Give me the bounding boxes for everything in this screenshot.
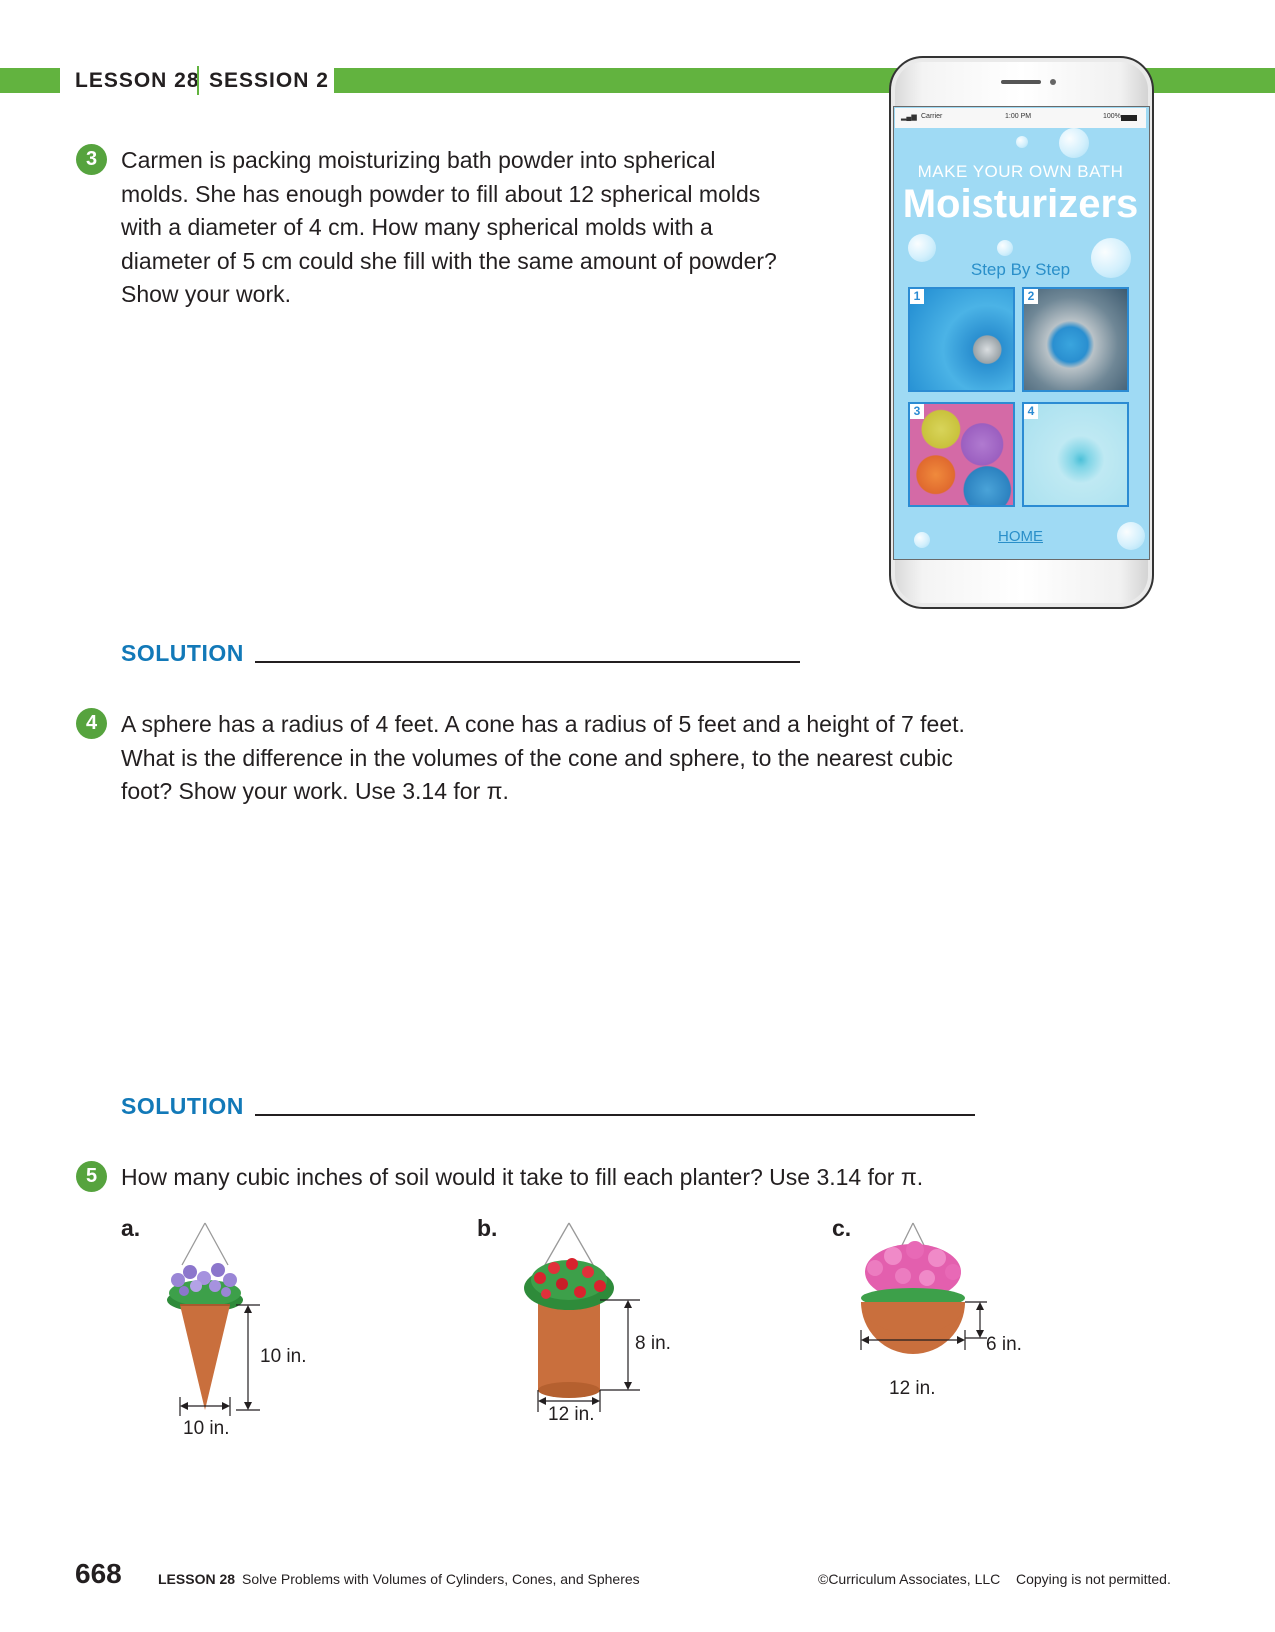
bubble-decoration <box>908 234 936 262</box>
problem-4-text: A sphere has a radius of 4 feet. A cone … <box>121 708 1021 809</box>
solution-label: SOLUTION <box>121 640 244 666</box>
step-tile-3[interactable]: 3 <box>908 402 1015 507</box>
battery-label: 100% <box>1103 113 1121 120</box>
cylinder-planter-diagram <box>524 1222 640 1412</box>
phone-speaker <box>1001 80 1041 84</box>
tile-number: 1 <box>910 289 924 304</box>
header-divider <box>197 66 199 95</box>
signal-icon: ▂▄▆ <box>901 114 917 121</box>
app-title: Moisturizers <box>902 182 1139 226</box>
problem-number-badge: 5 <box>76 1161 107 1192</box>
page-number: 668 <box>75 1558 122 1589</box>
red-flowers-icon <box>524 1258 614 1310</box>
app-step-label: Step By Step <box>970 260 1071 279</box>
home-link[interactable]: HOME <box>893 528 1148 545</box>
height-dimension-arrow <box>600 1299 640 1391</box>
width-label: 12 in. <box>889 1378 936 1399</box>
part-a-label: a. <box>121 1215 141 1241</box>
text-line: Show your work. <box>121 281 292 307</box>
cylinder-pot <box>538 1300 600 1390</box>
part-b-label: b. <box>477 1215 498 1241</box>
step-tile-4[interactable]: 4 <box>1022 402 1129 507</box>
cone-pot <box>180 1305 230 1410</box>
status-time: 1:00 PM <box>1005 113 1032 120</box>
height-label: 10 in. <box>260 1346 307 1367</box>
step-tile-2[interactable]: 2 <box>1022 287 1129 392</box>
bubble-decoration <box>1059 128 1089 158</box>
bubble-decoration <box>997 240 1013 256</box>
text-line: molds. She has enough powder to fill abo… <box>121 180 761 207</box>
footer-copyright: ©Curriculum Associates, LLC <box>818 1571 1001 1587</box>
footer-notice: Copying is not permitted. <box>1016 1571 1171 1587</box>
width-label: 10 in. <box>183 1418 230 1439</box>
problem-5-text: How many cubic inches of soil would it t… <box>121 1161 1021 1195</box>
cone-planter-diagram <box>167 1222 260 1416</box>
hemisphere-planter-diagram <box>860 1222 987 1354</box>
solution-answer-line[interactable] <box>255 661 800 663</box>
height-dimension-arrow <box>965 1301 987 1339</box>
text-line: foot? Show your work. Use 3.14 for π. <box>121 778 509 804</box>
height-label: 8 in. <box>635 1333 671 1354</box>
lesson-label: LESSON 28 <box>75 69 200 92</box>
text-line: How many cubic inches of soil would it t… <box>121 1164 924 1190</box>
app-subtitle: MAKE YOUR OWN BATH <box>917 162 1124 181</box>
text-line: A sphere has a radius of 4 feet. A cone … <box>121 711 965 737</box>
session-label: SESSION 2 <box>209 69 329 92</box>
problem-3-text: Carmen is packing moisturizing bath powd… <box>121 144 821 312</box>
solution-label: SOLUTION <box>121 1093 244 1119</box>
text-line: with a diameter of 4 cm. How many spheri… <box>121 214 713 240</box>
tile-number: 2 <box>1024 289 1038 304</box>
bubble-decoration <box>1016 136 1028 148</box>
header-band-left <box>0 68 60 93</box>
step-tile-1[interactable]: 1 <box>908 287 1015 392</box>
footer-title: Solve Problems with Volumes of Cylinders… <box>242 1571 640 1587</box>
height-label: 6 in. <box>986 1334 1022 1355</box>
problem-number-badge: 3 <box>76 144 107 175</box>
phone-camera <box>1050 79 1056 85</box>
hanger-icon <box>181 1222 229 1266</box>
text-line: What is the difference in the volumes of… <box>121 744 953 771</box>
height-dimension-arrow <box>236 1304 260 1411</box>
text-line: Carmen is packing moisturizing bath powd… <box>121 147 716 173</box>
width-label: 12 in. <box>548 1404 595 1425</box>
text-line: diameter of 5 cm could she fill with the… <box>121 247 777 274</box>
solution-answer-line[interactable] <box>255 1114 975 1116</box>
problem-number-badge: 4 <box>76 708 107 739</box>
footer-lesson: LESSON 28 <box>158 1571 236 1587</box>
tile-number: 4 <box>1024 404 1038 419</box>
tile-number: 3 <box>910 404 924 419</box>
phone-status-bar: ▂▄▆ Carrier 1:00 PM 100% <box>895 108 1146 128</box>
battery-icon <box>1121 115 1137 121</box>
part-c-label: c. <box>832 1215 852 1241</box>
pink-flowers-icon <box>861 1241 965 1308</box>
carrier-label: Carrier <box>921 113 943 120</box>
